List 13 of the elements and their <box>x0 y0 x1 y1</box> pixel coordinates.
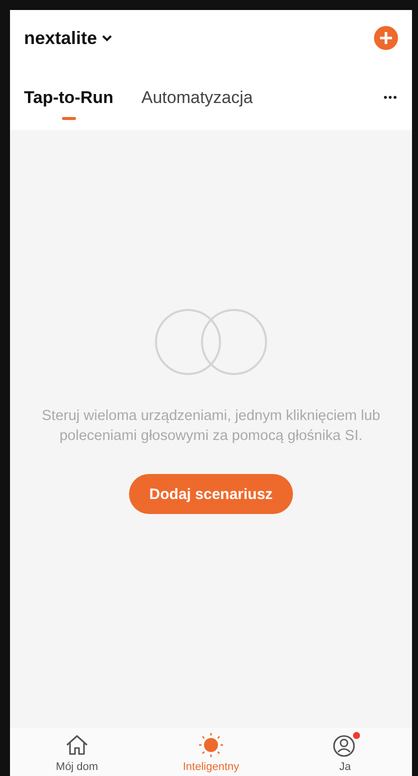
profile-icon <box>332 732 358 758</box>
home-icon <box>64 732 90 758</box>
empty-message: Steruj wieloma urządzeniami, jednym kliknięciem lub poleceniami głosowymi za pomocą głośnika SI. <box>40 407 382 446</box>
tab[interactable]: Automatyzacja <box>141 78 253 118</box>
home-name[interactable]: nextalite <box>24 28 98 48</box>
add-button[interactable] <box>374 26 398 50</box>
chevron-down-icon[interactable] <box>101 34 114 42</box>
sun-icon <box>198 732 224 758</box>
overlapping-circles-icon <box>152 308 270 376</box>
tab[interactable]: Tap-to-Run <box>24 78 114 118</box>
nav-item[interactable]: Mój dom <box>10 728 144 776</box>
nav-item[interactable]: Ja <box>278 728 412 776</box>
more-button[interactable]: ••• <box>383 92 398 104</box>
